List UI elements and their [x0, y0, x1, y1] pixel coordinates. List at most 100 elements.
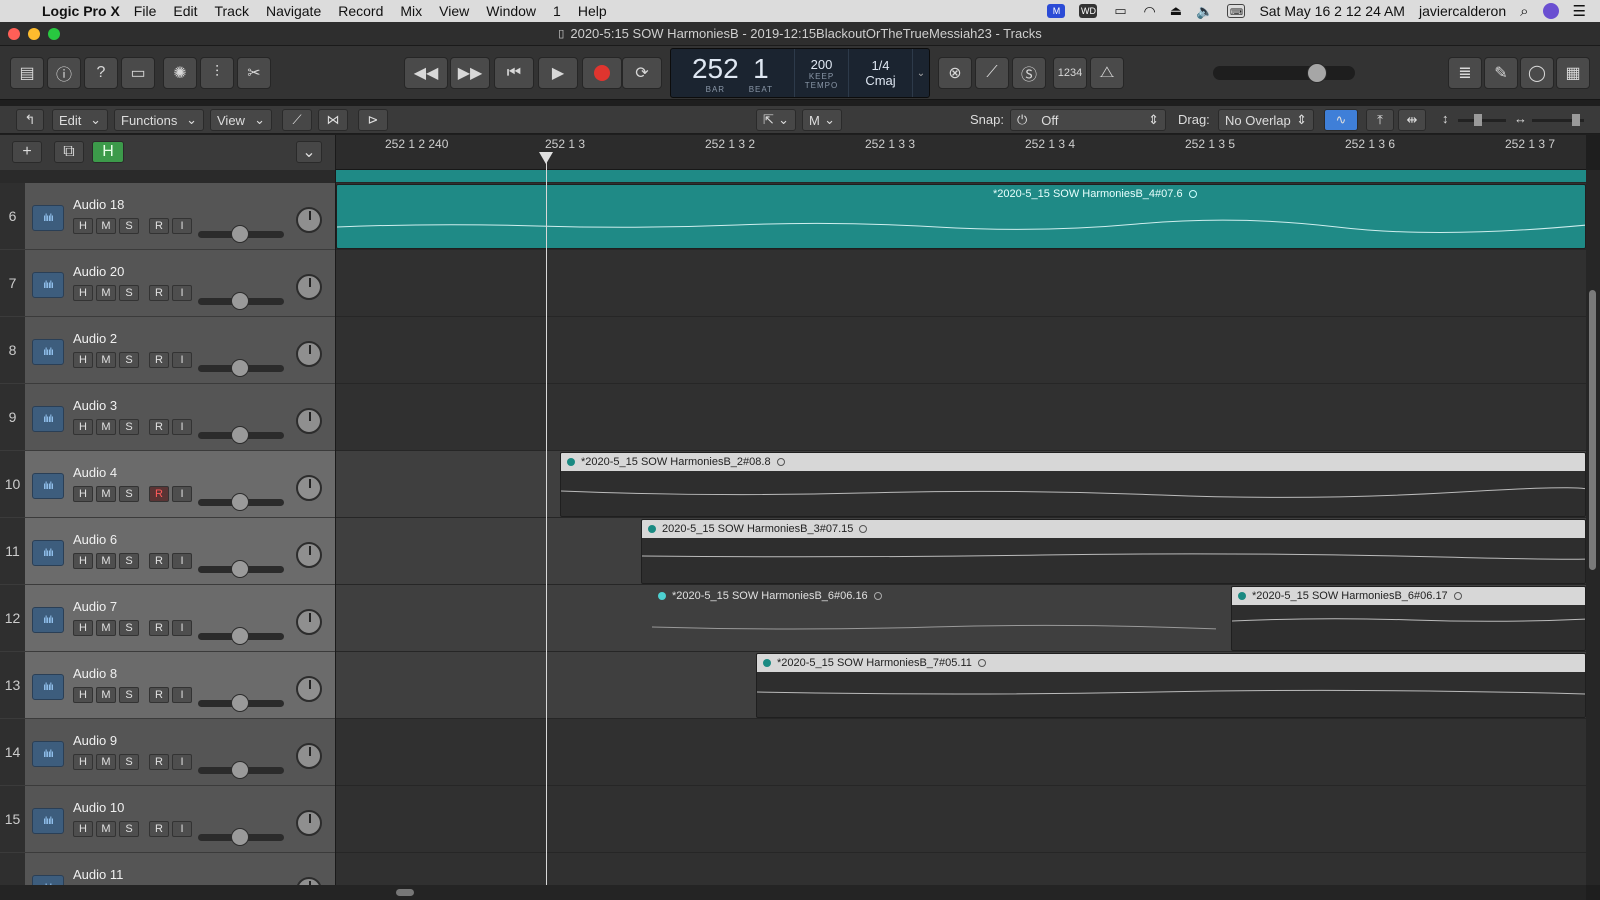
- hide-track-button[interactable]: H: [73, 352, 93, 368]
- pan-knob[interactable]: [296, 207, 322, 233]
- hide-track-button[interactable]: H: [73, 218, 93, 234]
- audio-region[interactable]: *2020-5_15 SOW HarmoniesB_4#07.6: [336, 184, 1586, 249]
- editors-button[interactable]: ✂: [237, 57, 271, 89]
- track-header[interactable]: 6 ılıılı Audio 18 H M S R I: [0, 183, 335, 250]
- audio-waveform-icon[interactable]: ılıılı: [32, 473, 64, 499]
- horizontal-zoom-slider[interactable]: [1532, 114, 1584, 126]
- hide-track-button[interactable]: H: [73, 821, 93, 837]
- track-header[interactable]: 9 ılıılı Audio 3 HMSRI: [0, 384, 335, 451]
- volume-knob[interactable]: [231, 761, 249, 779]
- audio-region[interactable]: *2020-5_15 SOW HarmoniesB_6#06.16: [651, 586, 1217, 651]
- cycle-button[interactable]: ⟳: [622, 57, 662, 89]
- horizontal-scrollbar[interactable]: [336, 885, 1586, 900]
- solo-track-button[interactable]: S: [119, 553, 139, 569]
- keyboard-icon[interactable]: ⌨: [1227, 4, 1246, 18]
- duplicate-track-button[interactable]: ⧉: [54, 141, 84, 163]
- mute-button[interactable]: M: [96, 754, 116, 770]
- mute-button[interactable]: M: [96, 620, 116, 636]
- pan-knob[interactable]: [296, 341, 322, 367]
- track-header[interactable]: 13 ılıılı Audio 8 HMSRI: [0, 652, 335, 719]
- track-lane[interactable]: [336, 170, 1586, 183]
- audio-waveform-icon[interactable]: ılıılı: [32, 674, 64, 700]
- waveform-zoom-button[interactable]: ∿: [1324, 109, 1358, 131]
- track-header[interactable]: 12 ılıılı Audio 7 HMSRI: [0, 585, 335, 652]
- catch-playhead-button[interactable]: ⊳: [358, 109, 388, 131]
- arrange-area[interactable]: *2020-5_15 SOW HarmoniesB_4#07.6 *2020-5…: [336, 170, 1586, 885]
- input-monitor-button[interactable]: I: [172, 419, 192, 435]
- menu-help[interactable]: Help: [578, 3, 607, 19]
- volume-slider[interactable]: [198, 560, 284, 578]
- vertical-scrollbar[interactable]: [1586, 170, 1600, 885]
- track-name[interactable]: Audio 18: [73, 197, 124, 212]
- track-name[interactable]: Audio 11: [73, 867, 123, 882]
- rewind-button[interactable]: ◀◀: [404, 57, 448, 89]
- view-menu[interactable]: View ⌄: [210, 109, 272, 131]
- vertical-zoom-knob[interactable]: [1474, 114, 1482, 126]
- clock[interactable]: Sat May 16 2 12 24 AM: [1259, 3, 1405, 19]
- hide-tracks-button[interactable]: H: [92, 141, 124, 163]
- mute-button[interactable]: M: [96, 218, 116, 234]
- menu-file[interactable]: File: [134, 3, 157, 19]
- zoom-window-button[interactable]: [48, 28, 60, 40]
- audio-waveform-icon[interactable]: ılıılı: [32, 808, 64, 834]
- edit-menu[interactable]: Edit ⌄: [52, 109, 108, 131]
- wifi-icon[interactable]: ◠: [1143, 3, 1155, 20]
- volume-slider[interactable]: [198, 493, 284, 511]
- audio-waveform-icon[interactable]: ılıılı: [32, 339, 64, 365]
- track-lane[interactable]: [336, 853, 1586, 885]
- pan-knob[interactable]: [296, 743, 322, 769]
- menu-mix[interactable]: Mix: [400, 3, 422, 19]
- mute-button[interactable]: M: [96, 821, 116, 837]
- pan-knob[interactable]: [296, 877, 322, 885]
- solo-track-button[interactable]: S: [119, 285, 139, 301]
- input-monitor-button[interactable]: I: [172, 352, 192, 368]
- master-volume-slider[interactable]: [1213, 63, 1355, 83]
- track-lane[interactable]: [336, 719, 1586, 786]
- tuner-button[interactable]: ⟋: [975, 57, 1009, 89]
- pan-knob[interactable]: [296, 676, 322, 702]
- hierarchy-up-button[interactable]: ↰: [16, 109, 44, 131]
- play-button[interactable]: ▶: [538, 57, 578, 89]
- metronome-button[interactable]: ⧍: [1090, 57, 1124, 89]
- list-editors-button[interactable]: ≣: [1448, 57, 1482, 89]
- loop-browser-button[interactable]: ◯: [1520, 57, 1554, 89]
- mute-button[interactable]: M: [96, 285, 116, 301]
- toolbar-button[interactable]: ▭: [121, 57, 155, 89]
- hide-track-button[interactable]: H: [73, 620, 93, 636]
- spotlight-icon[interactable]: ⌕: [1520, 3, 1528, 20]
- audio-waveform-icon[interactable]: ılıılı: [32, 272, 64, 298]
- count-in-button[interactable]: 1234: [1053, 57, 1087, 89]
- audio-waveform-icon[interactable]: ılıılı: [32, 875, 64, 885]
- volume-knob[interactable]: [231, 359, 249, 377]
- solo-track-button[interactable]: S: [119, 486, 139, 502]
- mute-button[interactable]: M: [96, 553, 116, 569]
- snap-popup[interactable]: ⏻ Off ⇕: [1010, 109, 1166, 131]
- track-header[interactable]: 10 ılıılı Audio 4 HMSRI: [0, 451, 335, 518]
- track-header[interactable]: 11 ılıılı Audio 6 HMSRI: [0, 518, 335, 585]
- hide-track-button[interactable]: H: [73, 553, 93, 569]
- go-to-beginning-button[interactable]: ⏮: [494, 57, 534, 89]
- record-enable-button[interactable]: R: [149, 687, 169, 703]
- solo-track-button[interactable]: S: [119, 218, 139, 234]
- solo-track-button[interactable]: S: [119, 821, 139, 837]
- solo-track-button[interactable]: S: [119, 352, 139, 368]
- audio-waveform-icon[interactable]: ılıılı: [32, 540, 64, 566]
- vertical-zoom-slider[interactable]: [1458, 114, 1506, 126]
- functions-menu[interactable]: Functions ⌄: [114, 109, 204, 131]
- solo-button[interactable]: Ⓢ: [1012, 57, 1046, 89]
- volume-slider[interactable]: [198, 828, 284, 846]
- mute-button[interactable]: M: [96, 419, 116, 435]
- command-click-tool-menu[interactable]: M ⌄: [802, 109, 842, 131]
- menu-view[interactable]: View: [439, 3, 469, 19]
- menu-navigate[interactable]: Navigate: [266, 3, 321, 19]
- app-menu[interactable]: Logic Pro X: [42, 3, 120, 19]
- hide-track-button[interactable]: H: [73, 687, 93, 703]
- record-enable-button[interactable]: R: [149, 486, 169, 502]
- fit-horizontal-button[interactable]: ⇹: [1398, 109, 1426, 131]
- fit-vertical-button[interactable]: ⤒: [1366, 109, 1394, 131]
- menu-1[interactable]: 1: [553, 3, 561, 19]
- mute-button[interactable]: M: [96, 486, 116, 502]
- wd-drive-icon[interactable]: WD: [1079, 4, 1098, 18]
- track-name[interactable]: Audio 7: [73, 599, 117, 614]
- track-name[interactable]: Audio 10: [73, 800, 124, 815]
